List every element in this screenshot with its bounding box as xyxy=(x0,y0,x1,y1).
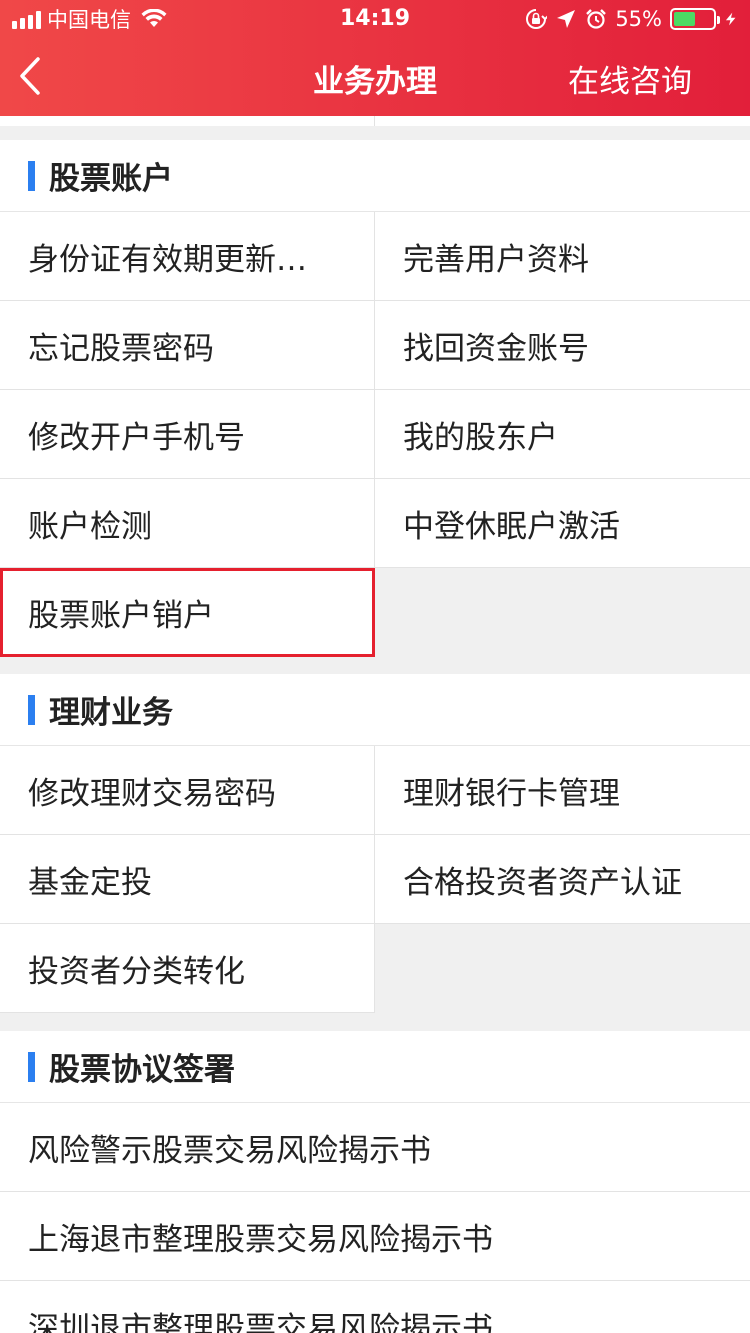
empty-cell xyxy=(375,568,750,657)
service-item-complete-profile[interactable]: 完善用户资料 xyxy=(375,212,750,301)
section-accent-bar xyxy=(28,1051,35,1082)
agreement-item-shenzhen-delisting[interactable]: 深圳退市整理股票交易风险揭示书 xyxy=(0,1281,750,1333)
agreement-item-shanghai-delisting[interactable]: 上海退市整理股票交易风险揭示书 xyxy=(0,1192,750,1281)
service-item-fund-plan[interactable]: 基金定投 xyxy=(0,835,375,924)
online-consult-button[interactable]: 在线咨询 xyxy=(568,56,692,101)
service-item-account-check[interactable]: 账户检测 xyxy=(0,479,375,568)
service-item-id-update[interactable]: 身份证有效期更新… xyxy=(0,212,375,301)
service-item-investor-classify[interactable]: 投资者分类转化 xyxy=(0,924,375,1013)
service-grid: 修改理财交易密码 理财银行卡管理 基金定投 合格投资者资产认证 投资者分类转化 xyxy=(0,746,750,1013)
agreement-item-risk-warning[interactable]: 风险警示股票交易风险揭示书 xyxy=(0,1103,750,1192)
service-item-dormant-activate[interactable]: 中登休眠户激活 xyxy=(375,479,750,568)
page-title: 业务办理 xyxy=(313,64,437,100)
section-title: 理财业务 xyxy=(49,695,173,731)
service-item-qualified-investor[interactable]: 合格投资者资产认证 xyxy=(375,835,750,924)
signal-strength-icon xyxy=(12,9,41,29)
status-right: 55% xyxy=(525,6,738,32)
service-item-forgot-password[interactable]: 忘记股票密码 xyxy=(0,301,375,390)
status-bar: 中国电信 14:19 55% xyxy=(0,0,750,38)
empty-cell xyxy=(375,924,750,1013)
status-left: 中国电信 xyxy=(12,6,167,32)
service-item-wealth-password[interactable]: 修改理财交易密码 xyxy=(0,746,375,835)
chevron-left-icon xyxy=(20,57,40,95)
section-wealth-management: 理财业务 修改理财交易密码 理财银行卡管理 基金定投 合格投资者资产认证 投资者… xyxy=(0,674,750,1013)
navbar: 业务办理 在线咨询 xyxy=(0,38,750,116)
service-item-bank-card[interactable]: 理财银行卡管理 xyxy=(375,746,750,835)
section-title: 股票协议签署 xyxy=(49,1052,235,1088)
service-grid: 身份证有效期更新… 完善用户资料 忘记股票密码 找回资金账号 修改开户手机号 我… xyxy=(0,212,750,657)
battery-icon xyxy=(670,8,720,30)
service-item-recover-account[interactable]: 找回资金账号 xyxy=(375,301,750,390)
alarm-icon xyxy=(586,9,607,29)
top-strip xyxy=(0,116,750,126)
battery-cap xyxy=(717,16,720,24)
charging-bolt-icon xyxy=(725,12,736,26)
battery-percentage: 55% xyxy=(615,7,662,31)
section-title: 股票账户 xyxy=(49,161,173,197)
section-header: 股票账户 xyxy=(0,140,750,212)
orientation-lock-icon xyxy=(526,9,548,29)
battery-fill xyxy=(674,12,695,26)
section-header: 股票协议签署 xyxy=(0,1031,750,1103)
service-item-close-account[interactable]: 股票账户销户 xyxy=(0,568,375,657)
section-header: 理财业务 xyxy=(0,674,750,746)
header: 中国电信 14:19 55% 业务办理 在线咨询 xyxy=(0,0,750,116)
section-accent-bar xyxy=(28,694,35,725)
service-item-change-phone[interactable]: 修改开户手机号 xyxy=(0,390,375,479)
back-button[interactable] xyxy=(10,52,50,100)
location-icon xyxy=(557,10,576,28)
service-item-my-shareholder[interactable]: 我的股东户 xyxy=(375,390,750,479)
section-stock-account: 股票账户 身份证有效期更新… 完善用户资料 忘记股票密码 找回资金账号 修改开户… xyxy=(0,140,750,657)
section-stock-agreements: 股票协议签署 风险警示股票交易风险揭示书 上海退市整理股票交易风险揭示书 深圳退… xyxy=(0,1031,750,1333)
wifi-icon xyxy=(141,9,167,27)
carrier-name: 中国电信 xyxy=(47,8,131,32)
agreement-list: 风险警示股票交易风险揭示书 上海退市整理股票交易风险揭示书 深圳退市整理股票交易… xyxy=(0,1103,750,1333)
section-accent-bar xyxy=(28,160,35,191)
